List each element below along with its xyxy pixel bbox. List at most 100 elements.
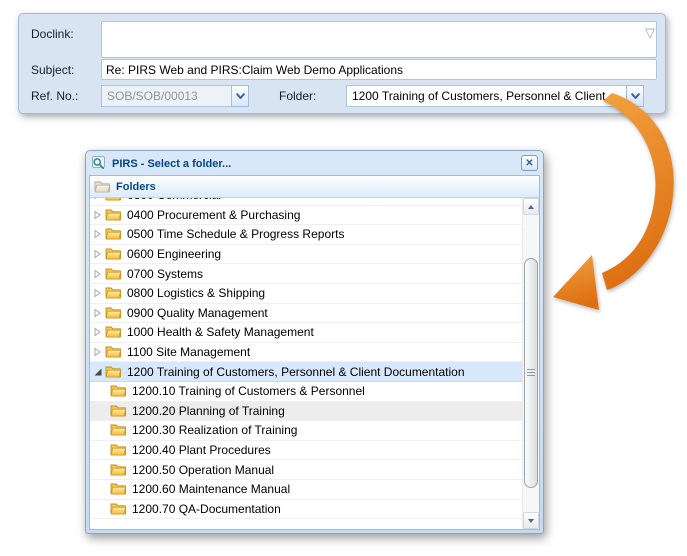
tree-item-label: 0700 Systems <box>127 267 203 281</box>
twisty-slot[interactable] <box>93 249 105 259</box>
folder-icon <box>105 286 122 300</box>
chevron-down-icon <box>236 93 245 100</box>
tree-row[interactable]: 1200.60 Maintenance Manual <box>90 480 522 500</box>
folder-icon <box>110 463 127 477</box>
expand-arrow-icon[interactable] <box>93 229 102 239</box>
twisty-slot[interactable] <box>93 327 105 337</box>
folder-icon <box>105 325 122 339</box>
doclink-label: Doclink: <box>31 27 74 41</box>
tree-row[interactable]: 0700 Systems <box>90 264 522 284</box>
folder-icon <box>105 198 122 202</box>
scroll-up-button[interactable] <box>523 198 539 215</box>
folder-icon <box>105 365 122 379</box>
tree-item-label: 0800 Logistics & Shipping <box>127 286 265 300</box>
scroll-down-button[interactable] <box>523 512 539 529</box>
expand-arrow-icon[interactable] <box>93 347 102 357</box>
twisty-slot[interactable] <box>93 269 105 279</box>
twisty-slot[interactable] <box>93 198 105 200</box>
folder-icon <box>105 345 122 359</box>
tree-row[interactable]: 1200.40 Plant Procedures <box>90 441 522 461</box>
tree-row[interactable]: 0800 Logistics & Shipping <box>90 284 522 304</box>
expand-arrow-icon[interactable] <box>93 288 102 298</box>
tree-item-label: 1200 Training of Customers, Personnel & … <box>127 365 465 379</box>
tree-row[interactable]: 0900 Quality Management <box>90 304 522 324</box>
twisty-slot[interactable] <box>93 347 105 357</box>
expand-arrow-icon[interactable] <box>93 269 102 279</box>
tree-row[interactable]: 1200.50 Operation Manual <box>90 460 522 480</box>
folders-header-label: Folders <box>116 181 156 193</box>
tree-item-label: 1200.50 Operation Manual <box>132 463 274 477</box>
orange-curved-arrow <box>545 88 687 323</box>
folder-icon <box>110 482 127 496</box>
tree-item-label: 1200.10 Training of Customers & Personne… <box>132 384 365 398</box>
folder-icon <box>105 267 122 281</box>
expand-arrow-icon[interactable] <box>93 210 102 220</box>
folder-icon <box>110 502 127 516</box>
tree-wrap: 0300 Commercial 0400 Procurement & Purch… <box>90 198 539 529</box>
dialog-title: PIRS - Select a folder... <box>112 157 516 170</box>
subject-label: Subject: <box>31 63 74 77</box>
folder-combobox[interactable]: 1200 Training of Customers, Personnel & … <box>346 85 644 107</box>
tree-row[interactable]: 1200.10 Training of Customers & Personne… <box>90 382 522 402</box>
folder-icon <box>110 404 127 418</box>
triangle-down-icon <box>528 519 534 523</box>
tree-row[interactable]: 1200.20 Planning of Training <box>90 402 522 422</box>
ref-no-trigger-button[interactable] <box>231 85 249 107</box>
folder-icon <box>110 384 127 398</box>
collapse-arrow-icon[interactable] <box>93 367 103 377</box>
twisty-slot[interactable] <box>93 288 105 298</box>
doclink-dropdown-icon[interactable]: ▽ <box>645 27 655 39</box>
tree-item-label: 0400 Procurement & Purchasing <box>127 208 300 222</box>
tree-row[interactable]: 1200 Training of Customers, Personnel & … <box>90 362 522 382</box>
tree-row[interactable]: 0300 Commercial <box>90 198 522 206</box>
expand-arrow-icon[interactable] <box>93 249 102 259</box>
tree-item-label: 1200.70 QA-Documentation <box>132 502 281 516</box>
twisty-slot[interactable] <box>93 210 105 220</box>
doclink-input[interactable] <box>101 21 657 58</box>
expand-arrow-icon[interactable] <box>93 327 102 337</box>
subject-input[interactable] <box>101 59 657 80</box>
pale-folder-icon <box>94 180 111 194</box>
tree-item-label: 1100 Site Management <box>127 345 250 359</box>
expand-arrow-icon[interactable] <box>93 308 102 318</box>
twisty-slot[interactable] <box>93 367 105 377</box>
tree-item-label: 0600 Engineering <box>127 247 221 261</box>
vertical-scrollbar[interactable] <box>522 198 539 529</box>
twisty-slot[interactable] <box>93 308 105 318</box>
arrowhead <box>553 255 599 310</box>
tree-item-label: 1200.60 Maintenance Manual <box>132 482 290 496</box>
tree-item-label: 0500 Time Schedule & Progress Reports <box>127 227 344 241</box>
scrollbar-thumb[interactable] <box>524 258 538 488</box>
close-button[interactable]: ✕ <box>521 155 538 171</box>
tree-row[interactable]: 1100 Site Management <box>90 343 522 363</box>
folder-icon <box>105 227 122 241</box>
folder-icon <box>105 247 122 261</box>
expand-arrow-icon[interactable] <box>93 198 102 200</box>
ref-no-combobox[interactable]: SOB/SOB/00013 <box>101 85 249 107</box>
tree-item-label: 1200.30 Realization of Training <box>132 423 297 437</box>
folder-icon <box>105 208 122 222</box>
tree-item-label: 0300 Commercial <box>127 198 221 202</box>
tree-row[interactable]: 0400 Procurement & Purchasing <box>90 206 522 226</box>
select-folder-dialog: PIRS - Select a folder... ✕ Folders 0300… <box>85 150 544 534</box>
folder-trigger-button[interactable] <box>626 85 644 107</box>
tree-row[interactable]: 1200.30 Realization of Training <box>90 421 522 441</box>
folder-icon <box>110 443 127 457</box>
tree-row[interactable]: 1200.70 QA-Documentation <box>90 500 522 520</box>
tree-item-label: 1000 Health & Safety Management <box>127 325 314 339</box>
twisty-slot[interactable] <box>93 229 105 239</box>
dialog-titlebar[interactable]: PIRS - Select a folder... ✕ <box>86 151 543 175</box>
folder-icon <box>105 306 122 320</box>
folder-value: 1200 Training of Customers, Personnel & … <box>346 85 626 107</box>
thumb-grip-icon <box>527 369 535 377</box>
chevron-down-icon <box>631 93 640 100</box>
folder-icon <box>110 423 127 437</box>
ref-no-value: SOB/SOB/00013 <box>101 85 231 107</box>
folders-panel-header: Folders <box>90 176 539 198</box>
window-icon <box>91 155 107 171</box>
tree-row[interactable]: 0600 Engineering <box>90 245 522 265</box>
ref-no-label: Ref. No.: <box>31 89 78 103</box>
tree-row[interactable]: 0500 Time Schedule & Progress Reports <box>90 225 522 245</box>
tree-row[interactable]: 1000 Health & Safety Management <box>90 323 522 343</box>
tree-item-label: 0900 Quality Management <box>127 306 268 320</box>
